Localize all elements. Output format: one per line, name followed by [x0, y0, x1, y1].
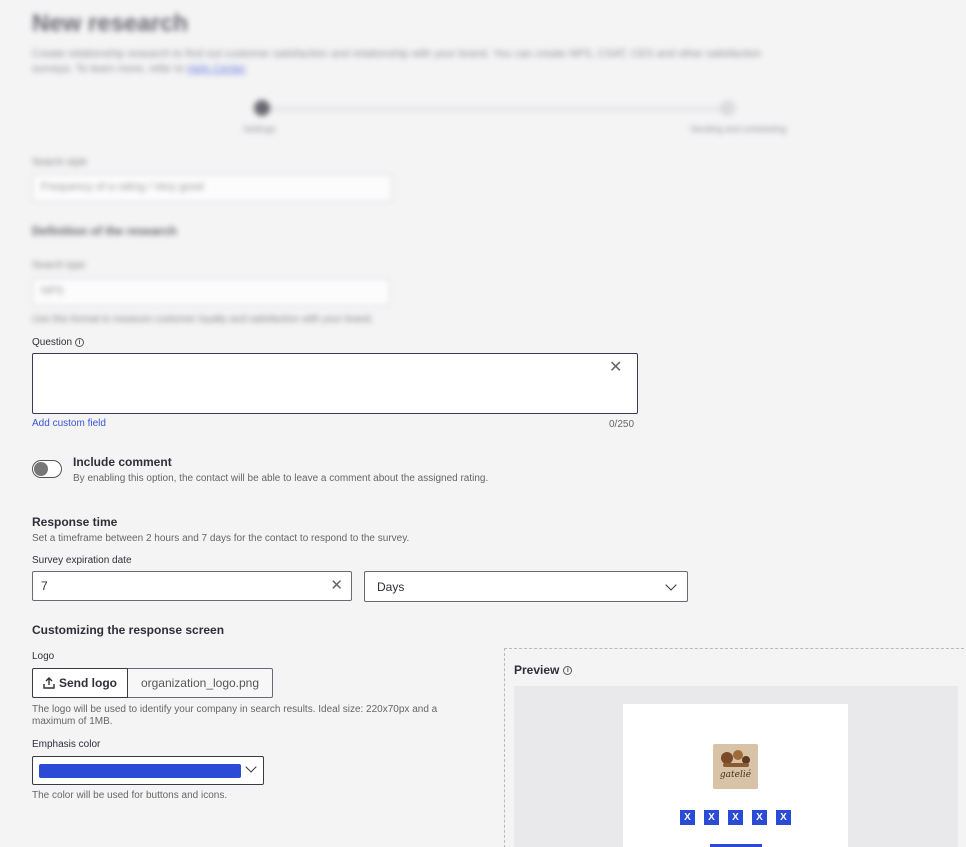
search-style-value: Frequency of a rating / Very good: [41, 181, 204, 193]
search-type-help: Use this format to measure customer loya…: [32, 314, 374, 325]
page-title: New research: [32, 10, 189, 37]
stepper-label-2: Sending and scheduling: [690, 124, 787, 134]
logo-help: The logo will be used to identify your c…: [32, 704, 438, 727]
stepper-line: [262, 108, 728, 110]
rating-option-2: X: [704, 810, 719, 825]
question-input[interactable]: ✕: [32, 353, 638, 414]
emphasis-color-help: The color will be used for buttons and i…: [32, 790, 228, 801]
rating-option-5: X: [776, 810, 791, 825]
toggle-knob: [34, 462, 48, 476]
info-icon[interactable]: i: [75, 338, 85, 347]
stepper-step-1[interactable]: [254, 100, 270, 116]
chevron-down-icon: [245, 761, 257, 773]
emphasis-color-select[interactable]: [32, 756, 264, 785]
search-type-label: Search type: [32, 260, 86, 271]
upload-icon: [43, 677, 55, 689]
search-style-select[interactable]: Frequency of a rating / Very good: [32, 174, 392, 202]
logo-file-name: organization_logo.png: [128, 668, 273, 698]
color-swatch: [39, 764, 241, 778]
expiration-value: 7: [41, 579, 48, 593]
time-unit-select[interactable]: Days: [364, 571, 688, 602]
question-label: Question: [32, 337, 73, 348]
question-label-row: Question i: [32, 337, 85, 348]
logo-label: Logo: [32, 651, 55, 662]
info-icon[interactable]: i: [563, 665, 573, 675]
expiration-label: Survey expiration date: [32, 555, 132, 566]
customize-heading: Customizing the response screen: [32, 623, 225, 637]
chevron-down-icon: [665, 578, 677, 591]
question-char-counter: 0/250: [609, 419, 635, 430]
rating-option-3: X: [728, 810, 743, 825]
brand-text: gatelié: [719, 770, 752, 780]
time-unit-value: Days: [377, 579, 405, 594]
send-logo-button[interactable]: Send logo: [32, 668, 128, 698]
emphasis-color-label: Emphasis color: [32, 739, 101, 750]
brand-logo-art-icon: [721, 750, 750, 767]
help-center-link[interactable]: Help Center: [187, 63, 246, 75]
stepper-label-1: Settings: [243, 124, 276, 134]
stepper-step-2[interactable]: [720, 100, 736, 116]
definition-heading: Definition of the research: [32, 224, 177, 238]
response-time-description: Set a timeframe between 2 hours and 7 da…: [32, 533, 410, 544]
response-time-heading: Response time: [32, 515, 118, 529]
expiration-input[interactable]: 7 ✕: [32, 571, 352, 601]
page-subtitle: Create relationship research to find out…: [32, 47, 792, 77]
search-type-select[interactable]: NPS: [32, 278, 390, 306]
rating-option-4: X: [752, 810, 767, 825]
search-style-label: Search style: [32, 157, 88, 168]
search-type-value: NPS: [41, 285, 64, 297]
include-comment-description: By enabling this option, the contact wil…: [73, 473, 489, 484]
include-comment-title: Include comment: [73, 455, 172, 469]
send-logo-label: Send logo: [59, 676, 117, 690]
clear-expiration-icon[interactable]: ✕: [330, 578, 343, 594]
brand-logo: gatelié: [713, 744, 758, 789]
include-comment-toggle[interactable]: [32, 460, 62, 478]
add-custom-field-link[interactable]: Add custom field: [32, 418, 106, 429]
rating-option-1: X: [680, 810, 695, 825]
preview-title-row: Preview i: [514, 663, 573, 677]
clear-question-icon[interactable]: ✕: [609, 360, 622, 376]
preview-title: Preview: [514, 663, 560, 677]
subtitle-text: Create relationship research to find out…: [32, 48, 762, 75]
